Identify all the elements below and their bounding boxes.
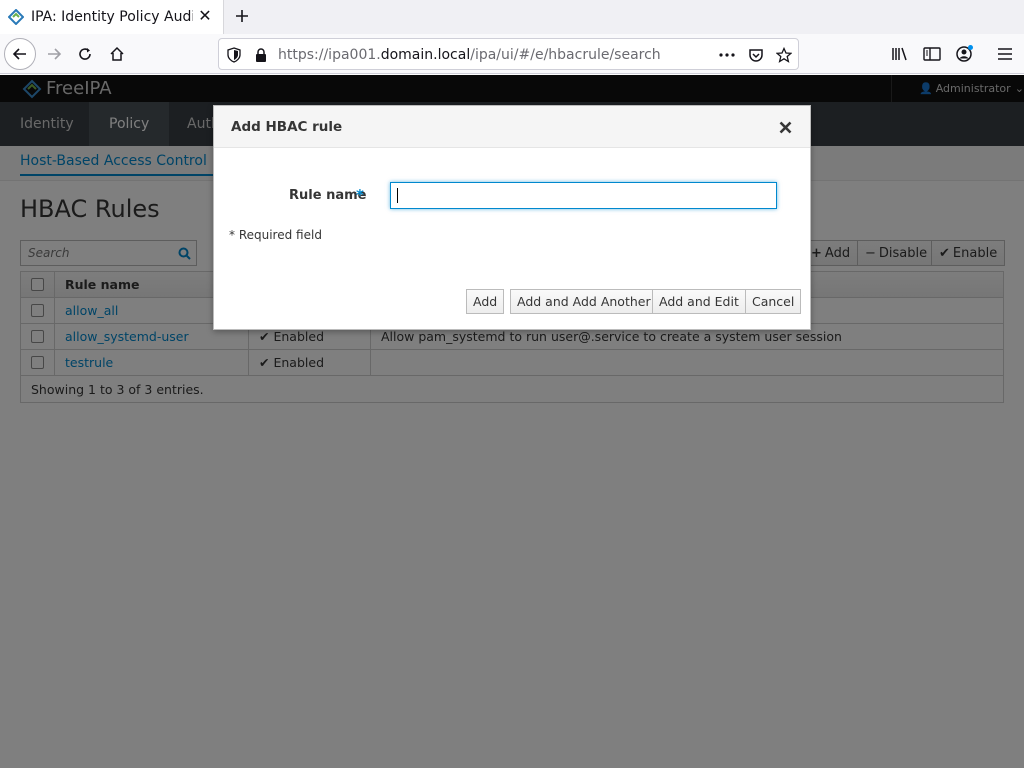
- library-icon[interactable]: [890, 44, 910, 64]
- reload-icon[interactable]: [69, 38, 101, 70]
- freeipa-favicon-icon: [8, 9, 24, 25]
- cancel-button[interactable]: Cancel: [745, 289, 802, 314]
- url-prefix: https://ipa001.: [278, 47, 381, 63]
- menu-icon[interactable]: [995, 44, 1015, 64]
- rule-name-label: Rule name: [289, 188, 367, 203]
- add-hbac-rule-dialog: Add HBAC rule Rule name * * Required fie…: [213, 105, 811, 330]
- home-icon[interactable]: [101, 38, 133, 70]
- rule-name-input[interactable]: [390, 182, 777, 209]
- bookmark-star-icon[interactable]: [775, 46, 793, 64]
- required-indicator: *: [356, 186, 364, 204]
- dialog-header: Add HBAC rule: [214, 106, 810, 148]
- account-icon[interactable]: [954, 44, 974, 64]
- close-icon[interactable]: [776, 118, 794, 136]
- browser-tab-strip: IPA: Identity Policy Audit ✕: [0, 0, 1024, 34]
- required-field-note: * Required field: [229, 228, 322, 242]
- browser-tab[interactable]: IPA: Identity Policy Audit ✕: [0, 0, 224, 34]
- dialog-title: Add HBAC rule: [231, 119, 343, 135]
- sidebar-icon[interactable]: [922, 44, 942, 64]
- back-icon[interactable]: [4, 38, 36, 70]
- close-tab-icon[interactable]: ✕: [197, 8, 213, 24]
- add-and-add-another-button[interactable]: Add and Add Another: [510, 289, 658, 314]
- add-and-edit-button[interactable]: Add and Edit: [652, 289, 746, 314]
- page-actions-icon[interactable]: [718, 46, 736, 64]
- tracking-protection-icon[interactable]: [225, 46, 243, 64]
- lock-icon[interactable]: [252, 46, 270, 64]
- url-domain: domain.local: [380, 47, 471, 63]
- text-cursor: [397, 188, 398, 203]
- add-button[interactable]: Add: [466, 289, 505, 314]
- forward-icon[interactable]: [38, 38, 70, 70]
- new-tab-icon[interactable]: [230, 4, 254, 28]
- browser-navbar: https://ipa001.domain.local/ipa/ui/#/e/h…: [0, 34, 1024, 74]
- url-path: /ipa/ui/#/e/hbacrule/search: [470, 47, 661, 63]
- url-bar[interactable]: https://ipa001.domain.local/ipa/ui/#/e/h…: [218, 38, 799, 70]
- pocket-icon[interactable]: [747, 46, 765, 64]
- url-text: https://ipa001.domain.local/ipa/ui/#/e/h…: [278, 47, 661, 63]
- tab-title: IPA: Identity Policy Audit: [31, 9, 193, 25]
